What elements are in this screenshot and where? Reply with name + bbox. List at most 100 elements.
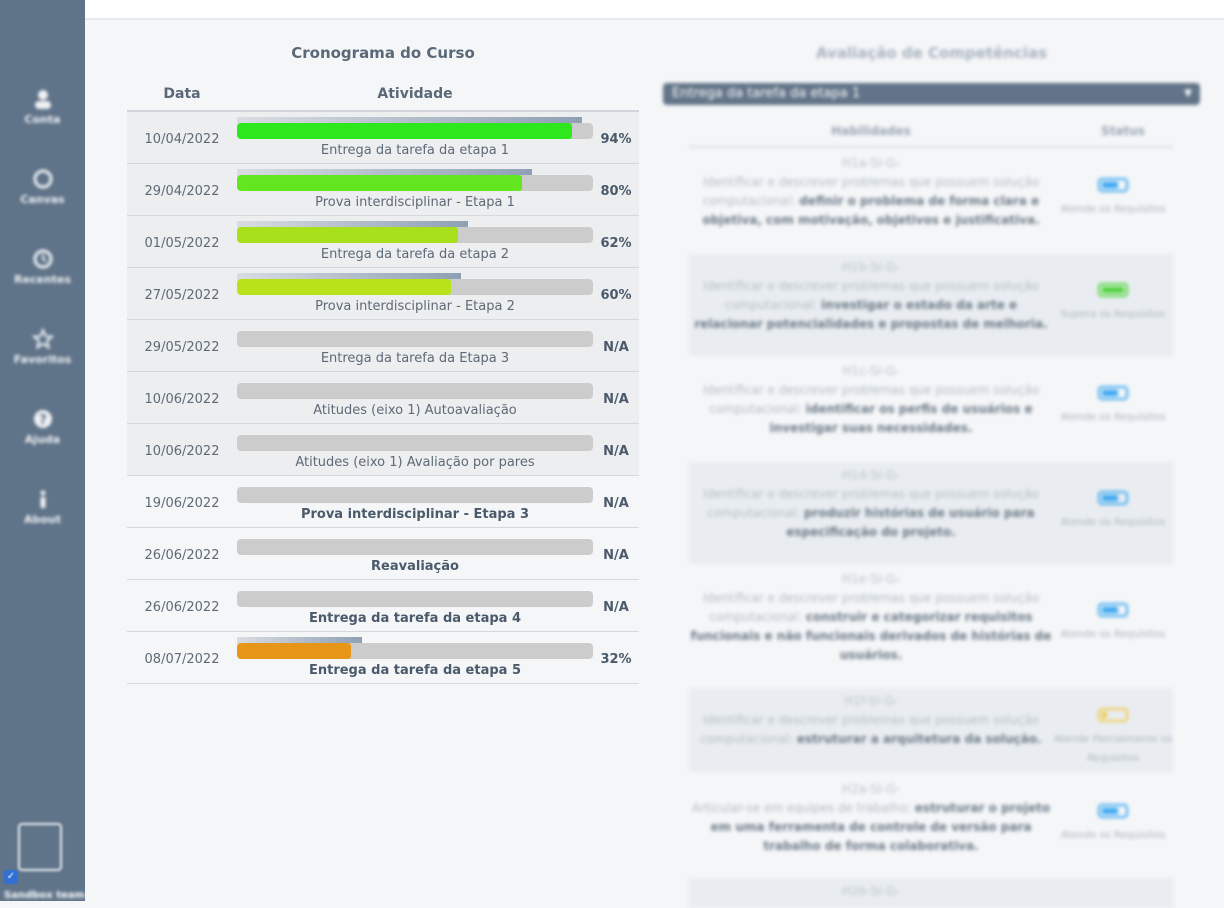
progress-track (237, 331, 593, 347)
skill-text-prefix: Articular-se em equipes de trabalho: (691, 801, 911, 815)
row-percentage: 94% (600, 132, 632, 147)
battery-icon (1098, 386, 1128, 400)
sidebar-item-label: Favoritos (13, 353, 72, 366)
skill-text: Identificar e descrever problemas que po… (689, 277, 1053, 334)
sandbox-icon[interactable] (18, 823, 62, 871)
row-percentage: 62% (600, 236, 632, 251)
progress-cell: Reavaliação (237, 528, 593, 579)
schedule-row: 26/06/2022 Reavaliação N/A (127, 528, 639, 580)
sandbox-label: Sandbox team (4, 890, 85, 901)
sidebar-item-favoritos[interactable]: Favoritos (0, 328, 85, 366)
row-date: 01/05/2022 (144, 236, 220, 251)
skill-code: H1e-SI-G- (842, 572, 900, 586)
progress-fill (237, 279, 451, 295)
skill-status: Supera os Requisitos (1053, 283, 1173, 324)
row-date: 29/05/2022 (144, 340, 220, 355)
skill-row: H1e-SI-G- Identificar e descrever problem… (689, 566, 1173, 684)
row-activity: Entrega da tarefa da etapa 2 (320, 247, 510, 262)
progress-cell: Atitudes (eixo 1) Avaliação por pares (237, 424, 593, 475)
battery-icon (1098, 178, 1128, 192)
progress-track (237, 175, 593, 191)
row-activity: Entrega da tarefa da etapa 4 (308, 611, 521, 626)
sidebar-item-conta[interactable]: Conta (0, 88, 85, 126)
progress-cell: Prova interdisciplinar - Etapa 3 (237, 476, 593, 527)
row-date: 26/06/2022 (144, 600, 220, 615)
skill-status: Atende os Requisitos (1053, 491, 1173, 532)
row-date: 08/07/2022 (144, 652, 220, 667)
skill-row: H1c-SI-G- Identificar e descrever problem… (689, 358, 1173, 458)
skill-status: Atende os Requisitos (1053, 178, 1173, 219)
competencies-header: Habilidades Status (689, 120, 1173, 148)
column-header-date: Data (163, 86, 201, 102)
skill-code: H1b-SI-G- (841, 260, 901, 274)
skill-text: Identificar e descrever problemas que po… (689, 485, 1053, 542)
row-percentage: 32% (600, 652, 632, 667)
row-percentage: 80% (600, 184, 632, 199)
sidebar-item-ajuda[interactable]: ? Ajuda (0, 408, 85, 446)
skill-description: H1f-SI-G- Identificar e descrever problem… (689, 692, 1053, 749)
progress-track (237, 383, 593, 399)
schedule-row: 19/06/2022 Prova interdisciplinar - Etapa… (127, 476, 639, 528)
progress-cell: Atitudes (eixo 1) Autoavaliação (237, 372, 593, 423)
sidebar-item-canvas[interactable]: Canvas (0, 168, 85, 206)
skill-code: H1d-SI-G- (841, 468, 901, 482)
progress-cell: Entrega da tarefa da etapa 2 (237, 216, 593, 267)
sidebar-item-about[interactable]: About (0, 488, 85, 526)
schedule-header: Data Atividade (127, 84, 639, 112)
progress-track (237, 227, 593, 243)
row-activity: Atitudes (eixo 1) Avaliação por pares (295, 455, 535, 470)
battery-icon (1098, 283, 1128, 297)
circle-icon (33, 169, 52, 189)
sidebar-item-label: Ajuda (24, 433, 61, 446)
row-percentage: N/A (603, 444, 629, 459)
star-icon (31, 328, 54, 350)
skill-text: Identificar e descrever problemas que po… (689, 711, 1053, 749)
column-header-skills: Habilidades (831, 124, 911, 138)
activity-select[interactable]: Entrega da tarefa da etapa 1 ▼ (663, 83, 1200, 105)
skill-status: Atende os Requisitos (1053, 603, 1173, 644)
schedule-row: 01/05/2022 Entrega da tarefa da etapa 2 62… (127, 216, 639, 268)
skill-code: H2b-SI-G- (841, 884, 901, 898)
skill-text-emphasis: produzir histórias de usuário para espec… (786, 506, 1035, 539)
row-date: 19/06/2022 (144, 496, 220, 511)
progress-track (237, 487, 593, 503)
skill-description: H1e-SI-G- Identificar e descrever problem… (689, 570, 1053, 665)
caret-down-icon: ▼ (1184, 88, 1192, 99)
info-icon (40, 490, 45, 508)
battery-icon (1098, 804, 1128, 818)
row-date: 27/05/2022 (144, 288, 220, 303)
row-activity: Prova interdisciplinar - Etapa 2 (315, 299, 515, 314)
skill-code: H1c-SI-G- (842, 364, 900, 378)
battery-icon (1098, 708, 1128, 722)
skill-description: H1d-SI-G- Identificar e descrever problem… (689, 466, 1053, 542)
sidebar-item-recentes[interactable]: Recentes (0, 248, 85, 286)
progress-fill (237, 175, 522, 191)
skill-description: H2a-SI-G- Articular-se em equipes de trab… (689, 780, 1053, 856)
row-activity: Prova interdisciplinar - Etapa 1 (315, 195, 515, 210)
skill-text: Articular-se em equipes de trabalho: est… (689, 799, 1053, 856)
row-activity: Atitudes (eixo 1) Autoavaliação (313, 403, 517, 418)
progress-cell: Prova interdisciplinar - Etapa 2 (237, 268, 593, 319)
column-header-activity: Atividade (377, 86, 453, 102)
check-icon[interactable]: ✓ (4, 870, 18, 884)
skill-text: Identificar e descrever problemas que po… (689, 589, 1053, 665)
sidebar: Conta Canvas Recentes Favoritos ? Ajuda … (0, 0, 85, 901)
sidebar-item-label: About (23, 513, 62, 526)
row-date: 10/06/2022 (144, 392, 220, 407)
user-icon (34, 90, 51, 109)
skill-status: Atende Parcialmente os Requisitos (1053, 708, 1173, 768)
battery-icon (1098, 491, 1128, 505)
progress-cell: Entrega da tarefa da Etapa 3 (237, 320, 593, 371)
skill-row: H2b-SI-G- (689, 878, 1173, 908)
progress-track (237, 279, 593, 295)
row-percentage: N/A (603, 600, 629, 615)
schedule-row: 27/05/2022 Prova interdisciplinar - Etapa… (127, 268, 639, 320)
column-header-status: Status (1101, 124, 1145, 138)
skill-code: H1a-SI-G- (842, 156, 900, 170)
schedule-title: Cronograma do Curso (291, 44, 475, 62)
progress-fill (237, 123, 572, 139)
skill-code: H2a-SI-G- (842, 782, 900, 796)
row-percentage: N/A (603, 340, 629, 355)
row-activity: Entrega da tarefa da etapa 1 (320, 143, 510, 158)
row-activity: Entrega da tarefa da Etapa 3 (320, 351, 510, 366)
